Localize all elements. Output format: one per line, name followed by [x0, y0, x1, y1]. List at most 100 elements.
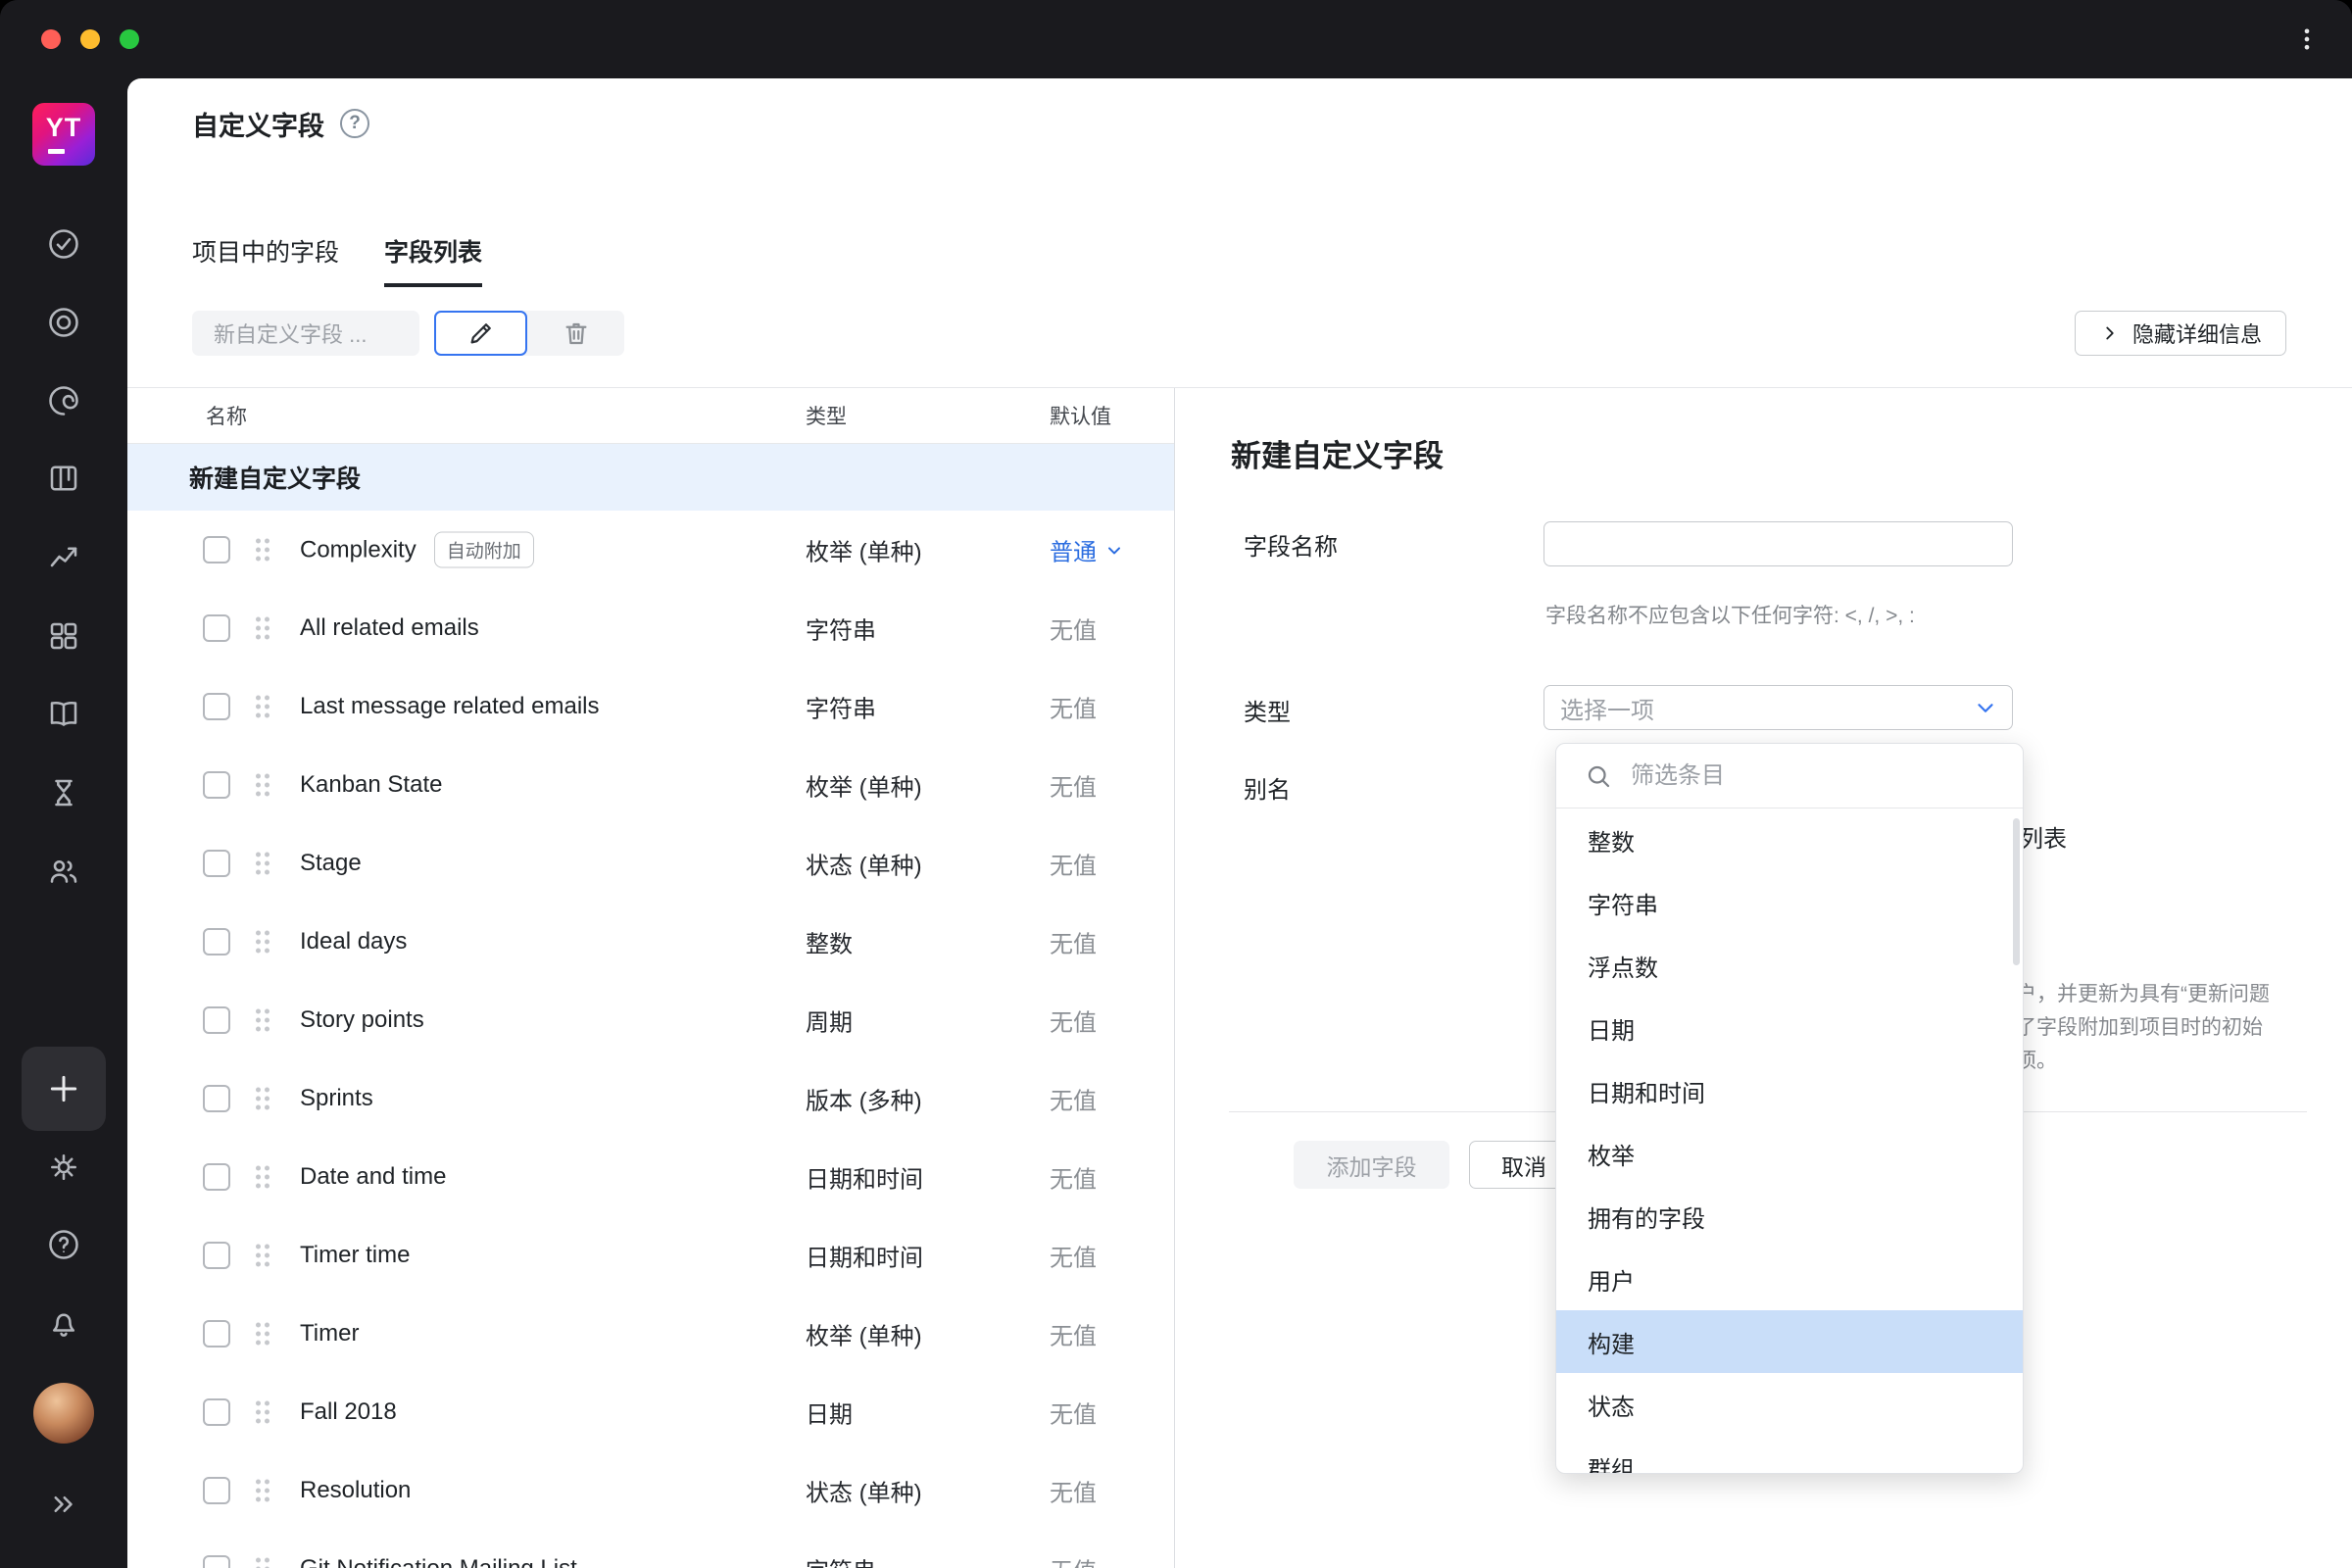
- row-checkbox[interactable]: [203, 850, 230, 877]
- table-row[interactable]: Timer 枚举 (单种) 无值: [127, 1295, 1174, 1373]
- row-checkbox[interactable]: [203, 1555, 230, 1568]
- user-avatar[interactable]: [33, 1383, 94, 1444]
- column-header-default[interactable]: 默认值: [1050, 401, 1111, 430]
- table-row[interactable]: Sprints 版本 (多种) 无值: [127, 1059, 1174, 1138]
- dropdown-option[interactable]: 构建: [1556, 1310, 2023, 1373]
- table-row[interactable]: Timer time 日期和时间 无值: [127, 1216, 1174, 1295]
- dropdown-option[interactable]: 用户: [1556, 1248, 2023, 1310]
- table-row[interactable]: All related emails 字符串 无值: [127, 589, 1174, 667]
- row-checkbox[interactable]: [203, 928, 230, 956]
- dropdown-option[interactable]: 整数: [1556, 808, 2023, 871]
- drag-handle-icon[interactable]: [256, 1400, 270, 1424]
- timesheet-icon[interactable]: [46, 775, 81, 810]
- table-row[interactable]: Git Notification Mailing List 字符串 无值: [127, 1530, 1174, 1568]
- row-default[interactable]: 普通: [1050, 533, 1124, 567]
- kebab-menu-icon[interactable]: [2289, 22, 2325, 57]
- column-header-type[interactable]: 类型: [806, 401, 847, 430]
- table-row[interactable]: Complexity 自动附加 枚举 (单种) 普通: [127, 511, 1174, 589]
- dropdown-option[interactable]: 字符串: [1556, 871, 2023, 934]
- table-row[interactable]: Last message related emails 字符串 无值: [127, 667, 1174, 746]
- row-default[interactable]: 无值: [1050, 690, 1097, 724]
- row-checkbox[interactable]: [203, 771, 230, 799]
- drag-handle-icon[interactable]: [256, 930, 270, 954]
- table-row[interactable]: Ideal days 整数 无值: [127, 903, 1174, 981]
- drag-handle-icon[interactable]: [256, 1479, 270, 1502]
- minimize-window-button[interactable]: [80, 29, 100, 49]
- row-checkbox[interactable]: [203, 1006, 230, 1034]
- row-default[interactable]: 无值: [1050, 612, 1097, 646]
- drag-handle-icon[interactable]: [256, 616, 270, 640]
- row-default[interactable]: 无值: [1050, 847, 1097, 881]
- table-row[interactable]: Kanban State 枚举 (单种) 无值: [127, 746, 1174, 824]
- help-circle-icon[interactable]: [46, 1227, 81, 1262]
- row-checkbox[interactable]: [203, 1477, 230, 1504]
- dropdown-option[interactable]: 群组: [1556, 1436, 2023, 1474]
- settings-gear-icon[interactable]: [46, 1150, 81, 1185]
- dropdown-option[interactable]: 浮点数: [1556, 934, 2023, 997]
- drag-handle-icon[interactable]: [256, 1244, 270, 1267]
- tab[interactable]: 字段列表: [384, 233, 483, 287]
- row-default[interactable]: 无值: [1050, 1474, 1097, 1508]
- delete-button[interactable]: [527, 311, 624, 356]
- add-button[interactable]: [22, 1047, 106, 1131]
- help-icon[interactable]: ?: [340, 109, 369, 138]
- drag-handle-icon[interactable]: [256, 538, 270, 562]
- edit-button[interactable]: [434, 311, 527, 356]
- dropdown-option[interactable]: 拥有的字段: [1556, 1185, 2023, 1248]
- table-row[interactable]: Resolution 状态 (单种) 无值: [127, 1451, 1174, 1530]
- table-row[interactable]: Story points 周期 无值: [127, 981, 1174, 1059]
- dropdown-option[interactable]: 枚举: [1556, 1122, 2023, 1185]
- drag-handle-icon[interactable]: [256, 1165, 270, 1189]
- add-field-button[interactable]: 添加字段: [1294, 1141, 1449, 1189]
- agile-board-icon[interactable]: [46, 461, 81, 496]
- dropdown-option[interactable]: 状态: [1556, 1373, 2023, 1436]
- tab[interactable]: 项目中的字段: [192, 233, 339, 287]
- dropdown-search-input[interactable]: [1631, 761, 2023, 790]
- drag-handle-icon[interactable]: [256, 852, 270, 875]
- drag-handle-icon[interactable]: [256, 1557, 270, 1568]
- hide-details-button[interactable]: 隐藏详细信息: [2074, 311, 2286, 356]
- apps-icon[interactable]: [46, 618, 81, 654]
- table-row[interactable]: Fall 2018 日期 无值: [127, 1373, 1174, 1451]
- dashboards-icon[interactable]: [46, 305, 81, 340]
- knowledge-base-icon[interactable]: [46, 696, 81, 731]
- row-default[interactable]: 无值: [1050, 1082, 1097, 1116]
- new-custom-field-button[interactable]: 新自定义字段 ...: [192, 311, 419, 356]
- row-checkbox[interactable]: [203, 614, 230, 642]
- reports-icon[interactable]: [46, 539, 81, 574]
- row-checkbox[interactable]: [203, 1085, 230, 1112]
- scrollbar-thumb[interactable]: [2013, 818, 2020, 965]
- row-default[interactable]: 无值: [1050, 1317, 1097, 1351]
- new-field-row[interactable]: 新建自定义字段: [127, 444, 1174, 511]
- row-default[interactable]: 无值: [1050, 1552, 1097, 1568]
- dropdown-option[interactable]: 日期: [1556, 997, 2023, 1059]
- drag-handle-icon[interactable]: [256, 1087, 270, 1110]
- drag-handle-icon[interactable]: [256, 1322, 270, 1346]
- row-checkbox[interactable]: [203, 693, 230, 720]
- row-default[interactable]: 无值: [1050, 1160, 1097, 1195]
- zoom-window-button[interactable]: [120, 29, 139, 49]
- row-default[interactable]: 无值: [1050, 1239, 1097, 1273]
- row-checkbox[interactable]: [203, 1398, 230, 1426]
- type-select[interactable]: 选择一项: [1544, 685, 2013, 730]
- drag-handle-icon[interactable]: [256, 695, 270, 718]
- youtrack-logo[interactable]: YT: [32, 103, 95, 166]
- collapse-sidebar-icon[interactable]: [46, 1487, 81, 1522]
- column-header-name[interactable]: 名称: [206, 401, 247, 430]
- dropdown-option[interactable]: 日期和时间: [1556, 1059, 2023, 1122]
- drag-handle-icon[interactable]: [256, 1008, 270, 1032]
- row-checkbox[interactable]: [203, 1320, 230, 1348]
- table-row[interactable]: Date and time 日期和时间 无值: [127, 1138, 1174, 1216]
- row-default[interactable]: 无值: [1050, 1396, 1097, 1430]
- row-default[interactable]: 无值: [1050, 1004, 1097, 1038]
- issues-icon[interactable]: [46, 226, 81, 262]
- row-checkbox[interactable]: [203, 1163, 230, 1191]
- row-checkbox[interactable]: [203, 1242, 230, 1269]
- row-default[interactable]: 无值: [1050, 768, 1097, 803]
- row-default[interactable]: 无值: [1050, 925, 1097, 959]
- close-window-button[interactable]: [41, 29, 61, 49]
- table-row[interactable]: Stage 状态 (单种) 无值: [127, 824, 1174, 903]
- support-icon[interactable]: [46, 383, 81, 418]
- field-name-input[interactable]: [1544, 521, 2013, 566]
- team-icon[interactable]: [46, 854, 81, 889]
